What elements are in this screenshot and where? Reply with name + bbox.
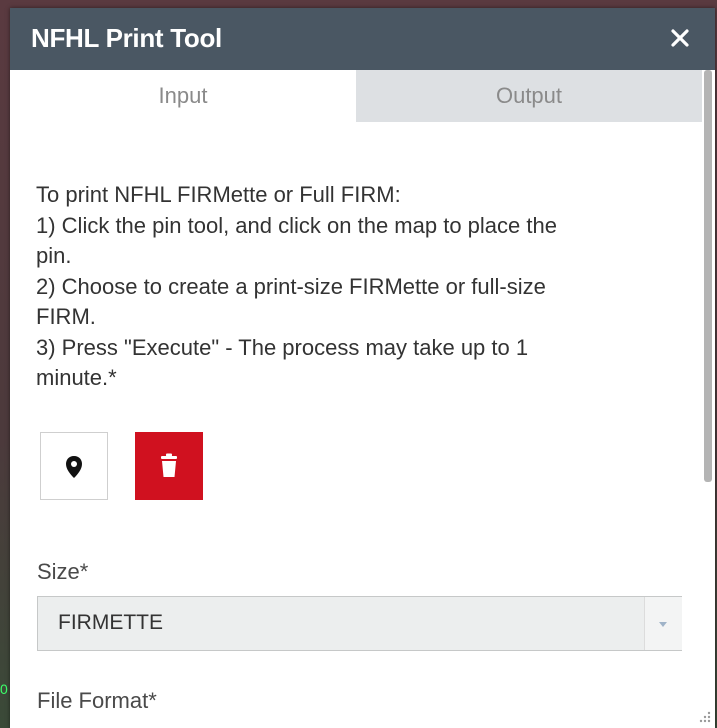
scrollbar-thumb[interactable] — [704, 70, 712, 482]
instruction-line: pin. — [36, 243, 72, 268]
trash-icon — [161, 453, 177, 477]
instruction-line: minute.* — [36, 365, 117, 390]
panel-titlebar[interactable]: NFHL Print Tool — [10, 8, 715, 70]
instruction-line: 3) Press "Execute" - The process may tak… — [36, 334, 529, 360]
scrollbar[interactable] — [702, 70, 715, 728]
resize-grip[interactable] — [698, 710, 712, 724]
resize-grip-icon — [699, 711, 711, 723]
print-tool-panel: NFHL Print Tool Input Output To print NF… — [10, 8, 715, 728]
panel-title: NFHL Print Tool — [31, 23, 222, 53]
tab-input[interactable]: Input — [10, 70, 356, 122]
close-icon — [671, 29, 689, 47]
size-select-value: FIRMETTE — [58, 611, 163, 634]
instruction-line: 2) Choose to create a print-size FIRMett… — [36, 273, 546, 299]
pin-tool-button[interactable] — [40, 432, 108, 500]
tab-output[interactable]: Output — [356, 70, 702, 122]
size-select[interactable]: FIRMETTE — [37, 596, 682, 651]
map-edge-label: 0 — [0, 681, 8, 697]
instruction-line: To print NFHL FIRMette or Full FIRM: — [36, 182, 401, 207]
delete-pin-button[interactable] — [135, 432, 203, 500]
instruction-line: FIRM. — [36, 304, 96, 329]
map-pin-icon — [66, 456, 82, 478]
instruction-line: 1) Click the pin tool, and click on the … — [36, 212, 557, 238]
instructions: To print NFHL FIRMette or Full FIRM: 1) … — [36, 180, 676, 394]
size-label: Size* — [37, 559, 89, 584]
file-format-label: File Format* — [37, 688, 157, 713]
tab-bar: Input Output — [10, 70, 702, 122]
close-button[interactable] — [664, 22, 696, 54]
chevron-down-icon — [659, 622, 667, 627]
size-select-toggle[interactable] — [644, 597, 682, 650]
